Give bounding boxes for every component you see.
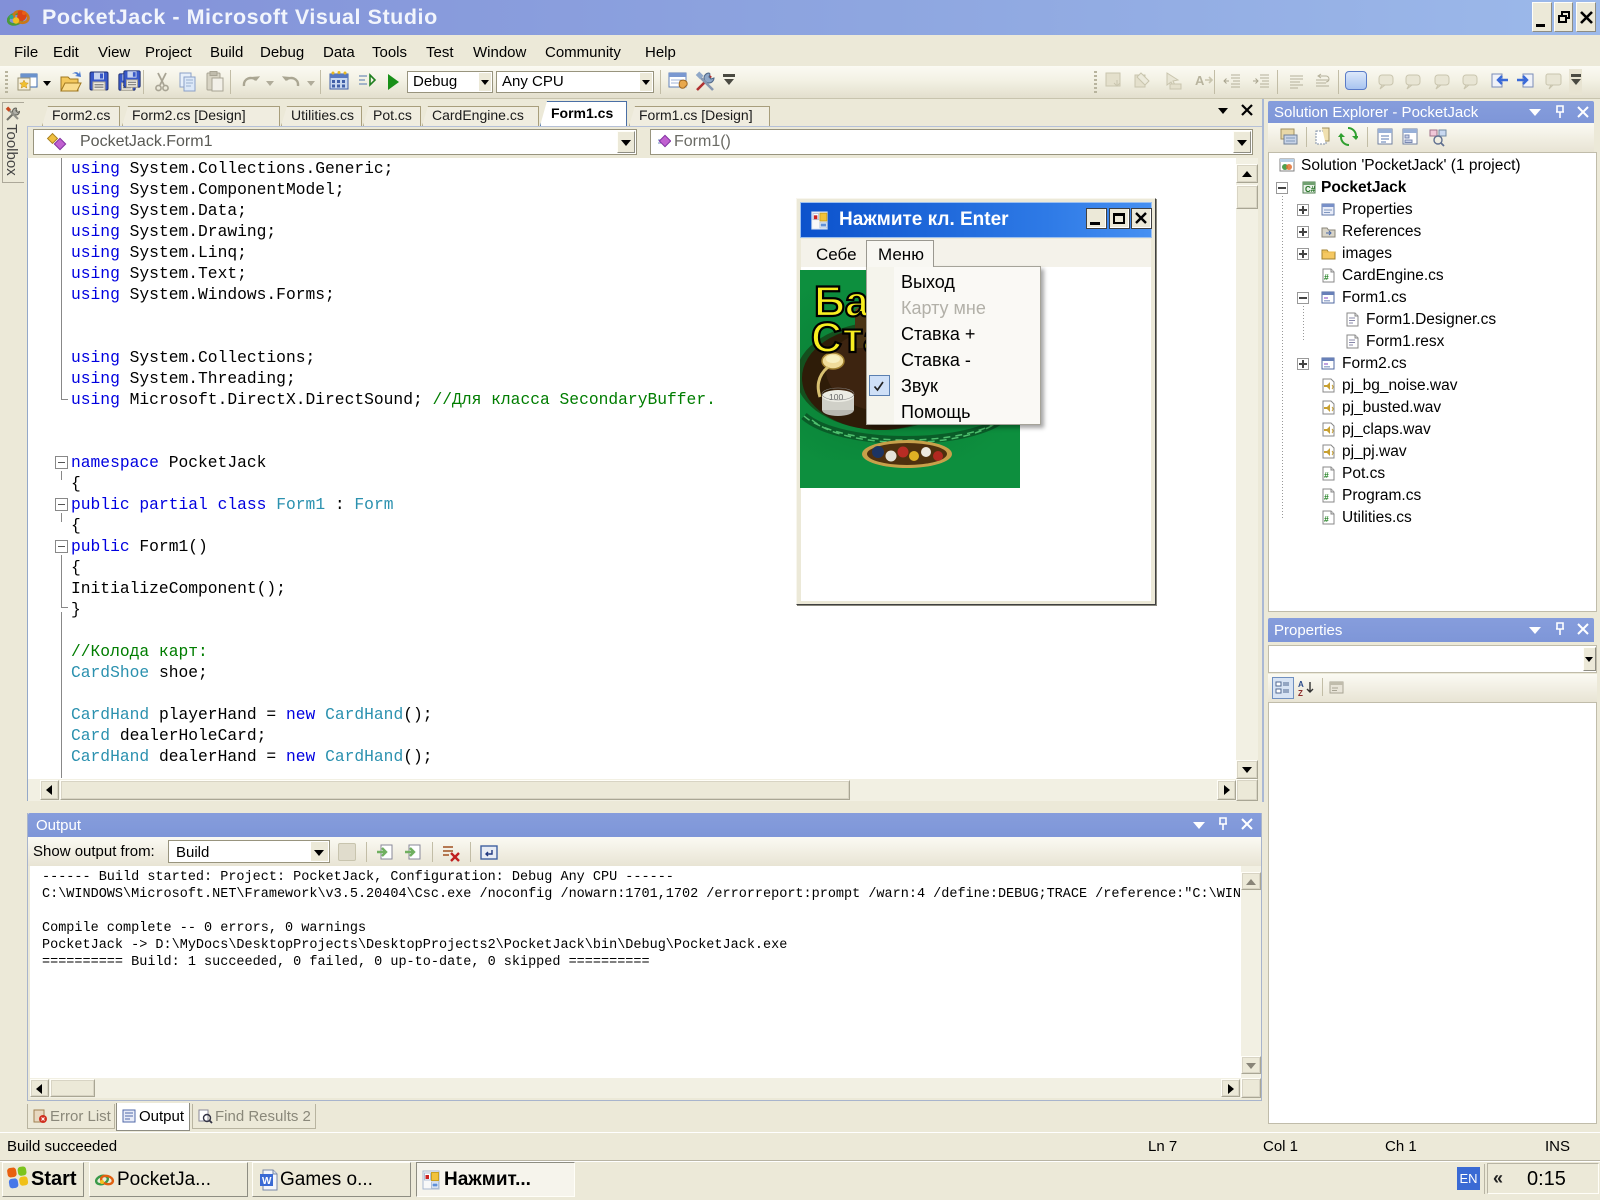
svg-text:Z: Z (1298, 689, 1303, 697)
svg-text:#: # (1324, 514, 1329, 524)
svg-text:A: A (1195, 73, 1205, 88)
svg-text:W: W (262, 1176, 272, 1187)
svg-text:C#: C# (1305, 185, 1316, 194)
svg-text:#: # (1324, 470, 1329, 480)
svg-text:A: A (1298, 680, 1304, 689)
svg-text:#: # (1324, 492, 1329, 502)
svg-text:100: 100 (829, 392, 843, 402)
svg-text:#: # (1324, 272, 1329, 282)
